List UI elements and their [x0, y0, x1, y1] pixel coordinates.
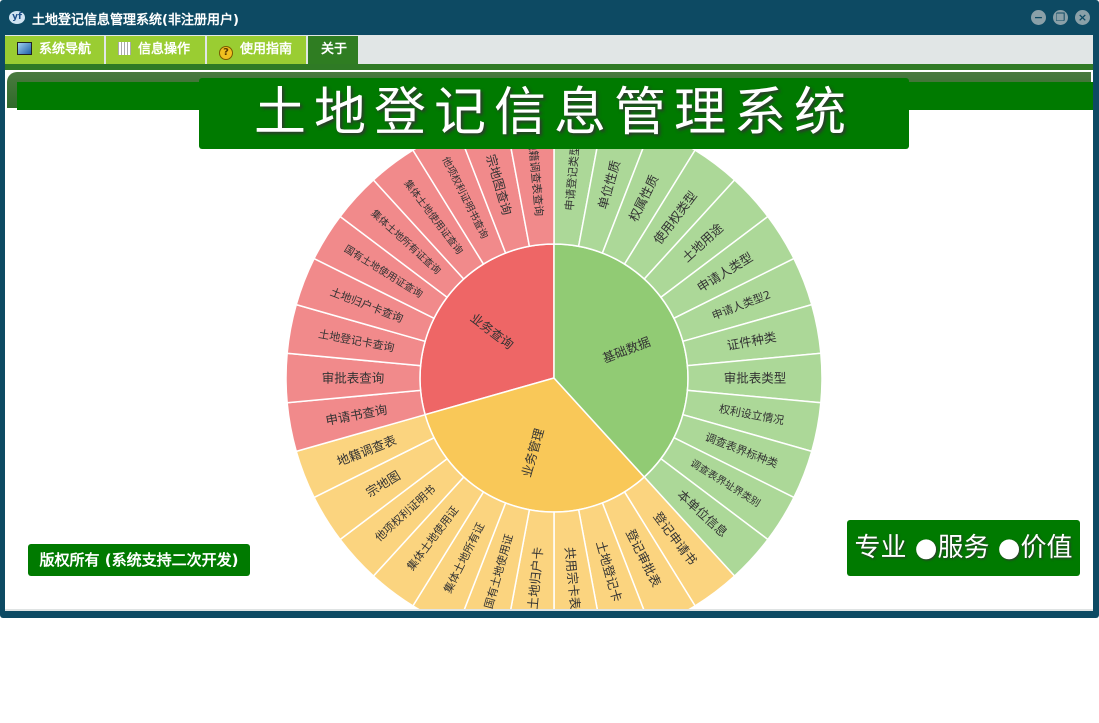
system-title-banner: 土地登记信息管理系统 [199, 78, 909, 149]
menu-info-ops[interactable]: 信息操作 [106, 36, 205, 64]
title-bar[interactable]: yf 土地登记信息管理系统(非注册用户) − ❐ × [0, 0, 1099, 35]
sunburst-leaf-label: 审批表查询 [322, 371, 385, 386]
help-icon: ? [219, 46, 233, 60]
app-logo-icon: yf [9, 11, 25, 24]
monitor-icon [17, 42, 32, 55]
app-window: yf 土地登记信息管理系统(非注册用户) − ❐ × 系统导航 信息操作 ? 使用… [0, 0, 1099, 618]
close-icon[interactable]: × [1075, 10, 1090, 25]
menu-user-guide[interactable]: ? 使用指南 [207, 36, 306, 64]
menu-about[interactable]: 关于 [308, 36, 358, 64]
copyright-badge: 版权所有 (系统支持二次开发) [28, 544, 250, 576]
window-title: 土地登记信息管理系统(非注册用户) [32, 13, 239, 28]
menu-label: 使用指南 [240, 42, 293, 57]
sunburst-leaf-label: 审批表类型 [724, 371, 787, 386]
slogan-badge: 专业 ●服务 ●价值 [847, 520, 1080, 576]
restore-icon[interactable]: ❐ [1053, 10, 1068, 25]
menu-label: 关于 [321, 42, 348, 57]
menu-label: 信息操作 [138, 42, 191, 57]
grid-icon [118, 42, 131, 55]
menu-system-nav[interactable]: 系统导航 [5, 36, 104, 64]
menu-bar: 系统导航 信息操作 ? 使用指南 关于 [5, 35, 1093, 64]
menu-label: 系统导航 [39, 42, 92, 57]
minimize-icon[interactable]: − [1031, 10, 1046, 25]
